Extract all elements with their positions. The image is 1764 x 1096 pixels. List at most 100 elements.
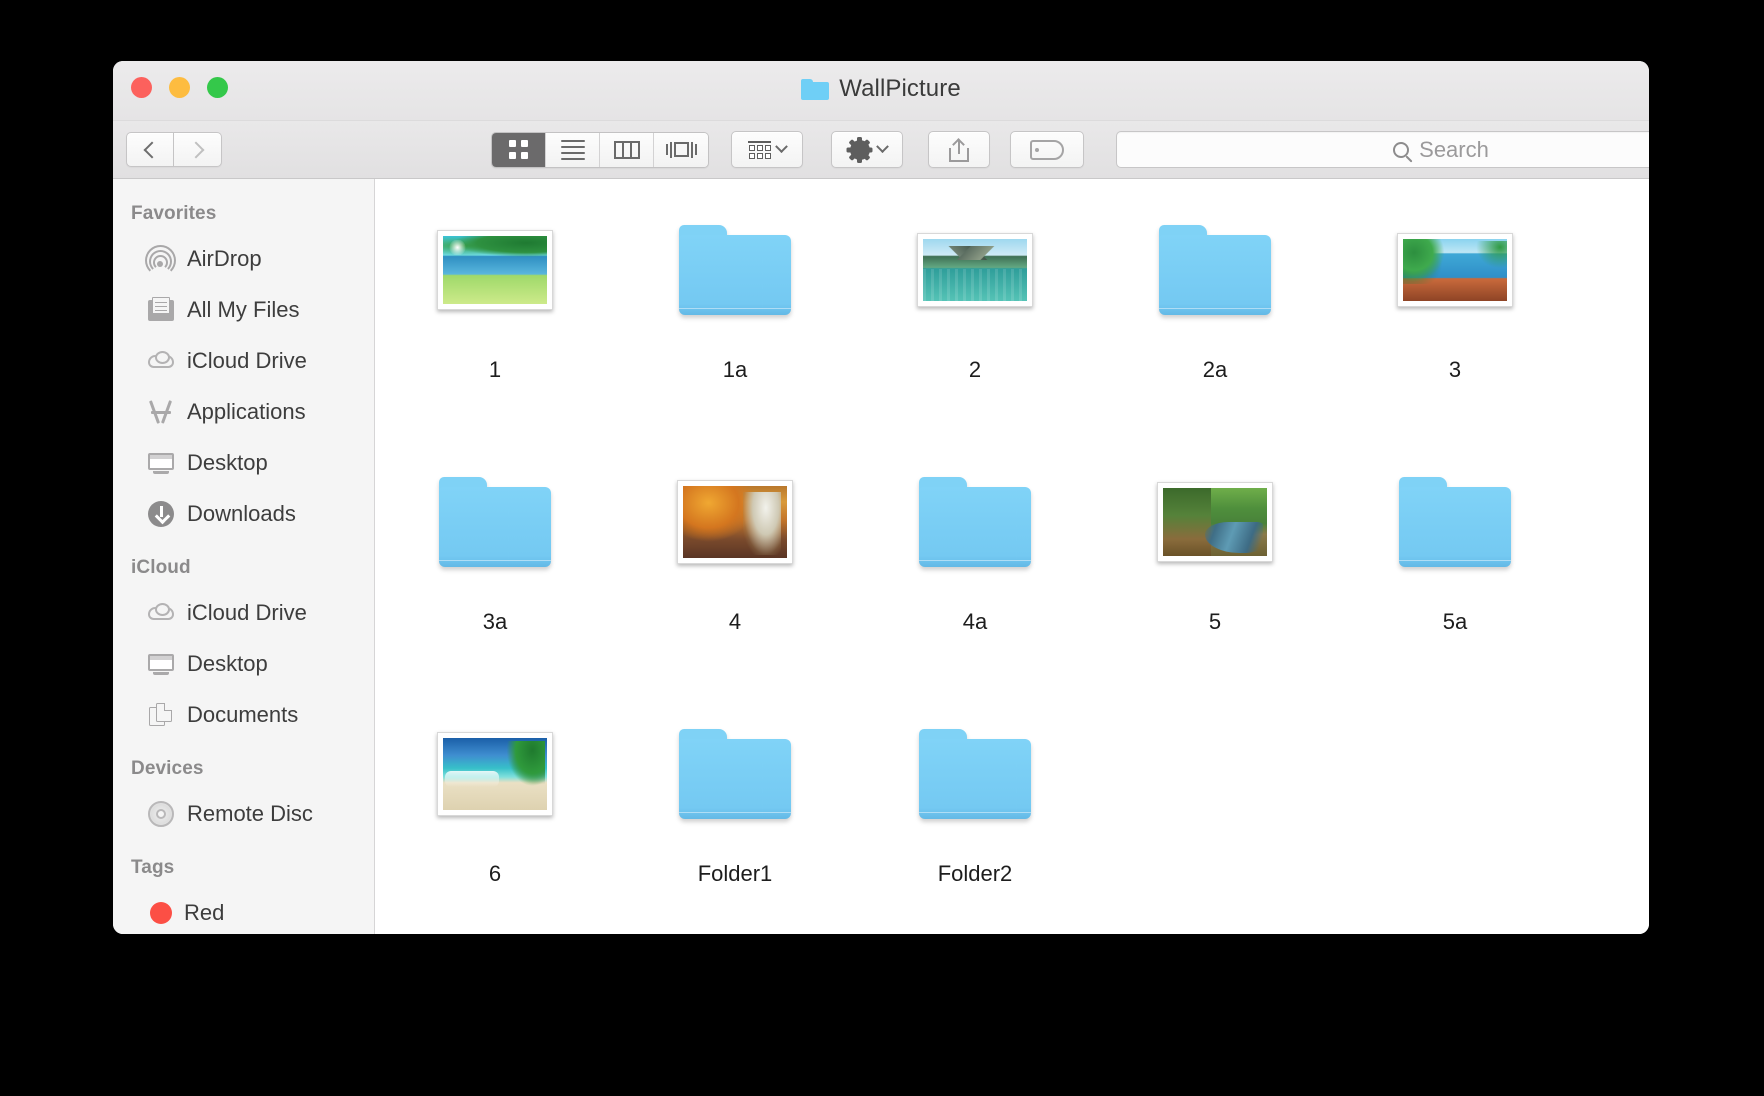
columns-icon: [614, 141, 640, 159]
file-item-4a[interactable]: 4a: [855, 461, 1095, 713]
thumbnail: [1397, 209, 1513, 331]
image-thumbnail: [917, 233, 1033, 307]
sidebar-item-desktop-2[interactable]: Desktop: [113, 638, 374, 689]
file-item-1a[interactable]: 1a: [615, 209, 855, 461]
finder-window: WallPicture: [113, 61, 1649, 934]
file-label: Folder2: [938, 861, 1013, 887]
sidebar[interactable]: Favorites AirDrop All My Files iCloud Dr…: [113, 179, 375, 934]
applications-icon: [147, 398, 175, 426]
sidebar-item-label: Desktop: [187, 450, 268, 476]
back-button[interactable]: [126, 132, 174, 167]
sidebar-item-label: All My Files: [187, 297, 299, 323]
file-grid-row: 3a 4 4a: [375, 461, 1649, 713]
action-menu-button[interactable]: [831, 131, 903, 168]
sidebar-item-all-my-files[interactable]: All My Files: [113, 284, 374, 335]
disc-icon: [147, 800, 175, 828]
minimize-button[interactable]: [169, 77, 190, 98]
file-item-folder1[interactable]: Folder1: [615, 713, 855, 934]
file-grid[interactable]: 1 1a 2: [375, 179, 1649, 934]
navigation-buttons: [126, 132, 222, 167]
sidebar-item-label: Applications: [187, 399, 306, 425]
thumbnail: [679, 713, 791, 835]
file-item-3a[interactable]: 3a: [375, 461, 615, 713]
file-label: 1: [489, 357, 501, 383]
sidebar-item-label: iCloud Drive: [187, 600, 307, 626]
image-thumbnail: [437, 732, 553, 816]
downloads-icon: [147, 500, 175, 528]
thumbnail: [439, 461, 551, 583]
chevron-left-icon: [144, 141, 161, 158]
file-item-4[interactable]: 4: [615, 461, 855, 713]
image-thumbnail: [437, 230, 553, 310]
folder-icon: [919, 729, 1031, 819]
sidebar-section-icloud: iCloud: [113, 539, 374, 587]
file-label: 6: [489, 861, 501, 887]
file-item-6[interactable]: 6: [375, 713, 615, 934]
window-body: Favorites AirDrop All My Files iCloud Dr…: [113, 179, 1649, 934]
coverflow-view-button[interactable]: [654, 133, 708, 167]
forward-button[interactable]: [174, 132, 222, 167]
documents-icon: [147, 701, 175, 729]
folder-icon: [1399, 477, 1511, 567]
arrange-button[interactable]: [731, 131, 803, 168]
window-title-text: WallPicture: [839, 75, 961, 103]
file-label: 2: [969, 357, 981, 383]
chevron-right-icon: [187, 141, 204, 158]
sidebar-section-tags: Tags: [113, 839, 374, 887]
sidebar-item-label: Downloads: [187, 501, 296, 527]
sidebar-item-tag-red[interactable]: Red: [113, 887, 374, 934]
sidebar-item-label: Desktop: [187, 651, 268, 677]
sidebar-item-label: Remote Disc: [187, 801, 313, 827]
search-input[interactable]: Search: [1116, 131, 1649, 168]
thumbnail: [1159, 209, 1271, 331]
thumbnail: [679, 209, 791, 331]
sidebar-item-desktop[interactable]: Desktop: [113, 437, 374, 488]
file-label: 1a: [723, 357, 747, 383]
file-item-1[interactable]: 1: [375, 209, 615, 461]
sidebar-item-documents[interactable]: Documents: [113, 689, 374, 740]
list-icon: [561, 140, 585, 160]
image-thumbnail: [677, 480, 793, 564]
folder-icon: [679, 729, 791, 819]
close-button[interactable]: [131, 77, 152, 98]
zoom-button[interactable]: [207, 77, 228, 98]
sidebar-item-icloud-drive-2[interactable]: iCloud Drive: [113, 587, 374, 638]
sidebar-item-label: AirDrop: [187, 246, 262, 272]
search-icon: [1393, 142, 1409, 158]
file-item-2a[interactable]: 2a: [1095, 209, 1335, 461]
sidebar-item-label: Documents: [187, 702, 298, 728]
sidebar-item-icloud-drive[interactable]: iCloud Drive: [113, 335, 374, 386]
file-grid-empty-cell: [1335, 713, 1575, 934]
tag-dot-icon: [150, 902, 172, 924]
folder-icon: [679, 225, 791, 315]
desktop-icon: [147, 449, 175, 477]
thumbnail: [919, 461, 1031, 583]
traffic-light-group: [131, 77, 228, 98]
view-mode-segmented-control: [491, 132, 709, 168]
file-item-5[interactable]: 5: [1095, 461, 1335, 713]
icloud-icon: [147, 347, 175, 375]
sidebar-item-applications[interactable]: Applications: [113, 386, 374, 437]
file-item-2[interactable]: 2: [855, 209, 1095, 461]
icon-view-button[interactable]: [492, 133, 546, 167]
sidebar-item-downloads[interactable]: Downloads: [113, 488, 374, 539]
sidebar-section-favorites: Favorites: [113, 193, 374, 233]
file-label: 2a: [1203, 357, 1227, 383]
column-view-button[interactable]: [600, 133, 654, 167]
window-titlebar: WallPicture: [113, 61, 1649, 121]
thumbnail: [919, 713, 1031, 835]
edit-tags-button[interactable]: [1010, 131, 1084, 168]
file-item-3[interactable]: 3: [1335, 209, 1575, 461]
file-item-folder2[interactable]: Folder2: [855, 713, 1095, 934]
file-label: 3: [1449, 357, 1461, 383]
list-view-button[interactable]: [546, 133, 600, 167]
share-button[interactable]: [928, 131, 990, 168]
file-grid-row: 6 Folder1 Folder2: [375, 713, 1649, 934]
folder-icon: [919, 477, 1031, 567]
icloud-icon: [147, 599, 175, 627]
file-item-5a[interactable]: 5a: [1335, 461, 1575, 713]
sidebar-item-remote-disc[interactable]: Remote Disc: [113, 788, 374, 839]
folder-icon: [801, 79, 829, 100]
all-my-files-icon: [147, 296, 175, 324]
sidebar-item-airdrop[interactable]: AirDrop: [113, 233, 374, 284]
